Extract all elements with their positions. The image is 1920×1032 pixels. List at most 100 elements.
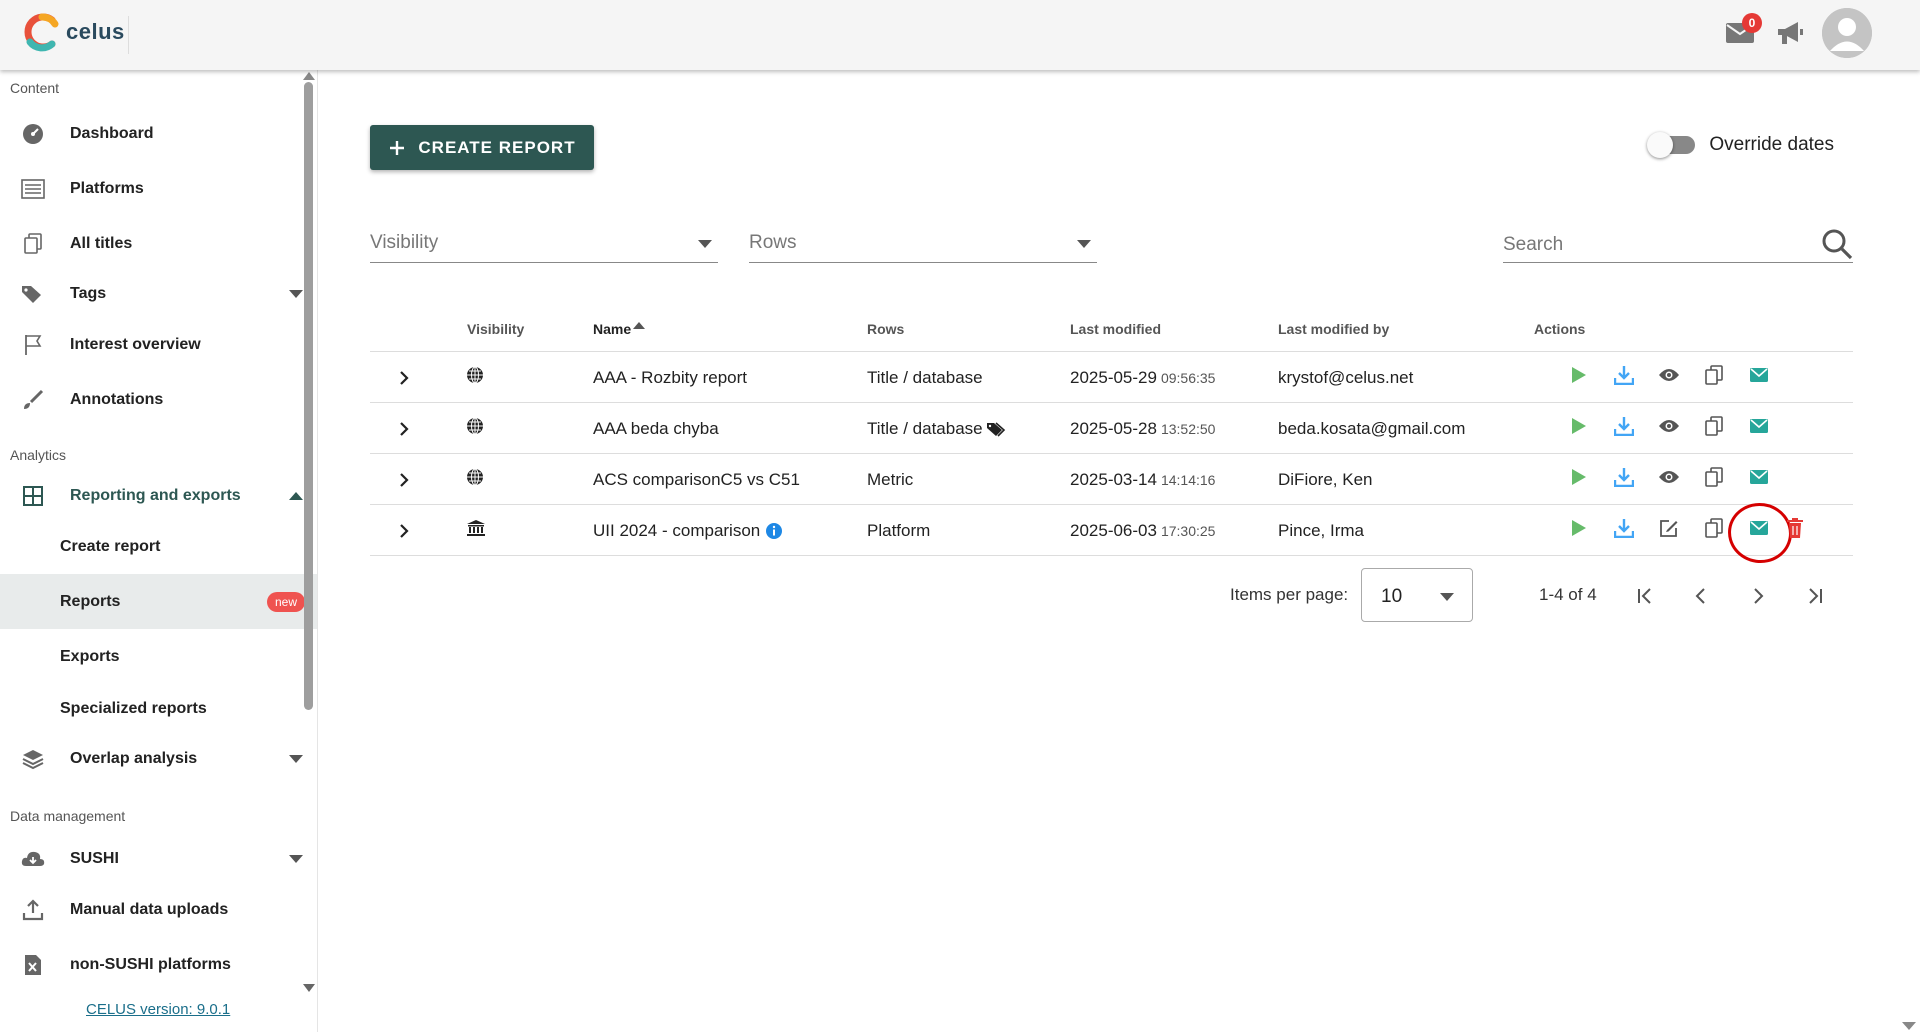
email-button[interactable] [1736, 358, 1781, 398]
version-link[interactable]: CELUS version: 9.0.1 [86, 1001, 230, 1018]
sidebar-item-manual-uploads[interactable]: Manual data uploads [0, 884, 317, 936]
rows-value: Metric [867, 469, 914, 489]
eye-icon [1658, 470, 1680, 489]
expand-row-button[interactable] [398, 505, 410, 556]
sidebar-item-non-sushi[interactable]: non-SUSHI platforms [0, 936, 317, 994]
table-row[interactable]: ACS comparisonC5 vs C51 Metric 2025-03-1… [370, 454, 1853, 505]
table-row[interactable]: AAA beda chyba Title / database 2025-05-… [370, 403, 1853, 454]
last-modified-by-cell: beda.kosata@gmail.com [1278, 403, 1465, 454]
download-button[interactable] [1601, 511, 1646, 551]
brush-icon [20, 387, 46, 413]
top-bar: celus 0 [0, 0, 1920, 70]
row-actions [1556, 352, 1781, 403]
download-button[interactable] [1601, 460, 1646, 500]
announcements-button[interactable] [1772, 15, 1808, 51]
previous-page-button[interactable] [1685, 580, 1717, 612]
page-scroll-down-icon[interactable] [1902, 1022, 1916, 1030]
run-report-button[interactable] [1556, 511, 1601, 551]
sidebar-item-overlap-analysis[interactable]: Overlap analysis [0, 734, 317, 784]
sidebar-item-platforms[interactable]: Platforms [0, 161, 317, 216]
header-name[interactable]: Name [593, 306, 646, 352]
sidebar-item-interest-overview[interactable]: Interest overview [0, 317, 317, 372]
sidebar-item-exports[interactable]: Exports [0, 629, 317, 684]
sidebar-item-tags[interactable]: Tags [0, 271, 317, 317]
run-report-button[interactable] [1556, 358, 1601, 398]
sidebar-item-specialized-reports[interactable]: Specialized reports [0, 684, 317, 734]
rows-cell: Title / database [867, 403, 1006, 454]
expand-row-button[interactable] [398, 352, 410, 403]
sidebar-item-label: non-SUSHI platforms [70, 956, 231, 973]
sidebar-scrollbar[interactable] [304, 82, 313, 710]
view-button[interactable] [1646, 409, 1691, 449]
email-button[interactable] [1736, 409, 1781, 449]
info-icon[interactable] [765, 522, 783, 540]
sidebar-item-reporting[interactable]: Reporting and exports [0, 473, 317, 519]
expand-row-button[interactable] [398, 403, 410, 454]
copy-button[interactable] [1691, 358, 1736, 398]
header-last-modified-by[interactable]: Last modified by [1278, 306, 1389, 352]
tags-icon [20, 281, 46, 307]
chevron-down-icon [1440, 593, 1454, 601]
copy-button[interactable] [1691, 460, 1736, 500]
play-icon [1571, 519, 1587, 542]
copy-icon [1704, 365, 1723, 390]
play-icon [1571, 366, 1587, 389]
visibility-cell [466, 352, 484, 403]
sidebar-item-label: Create report [60, 537, 161, 555]
search-icon[interactable] [1821, 228, 1853, 260]
email-button[interactable] [1736, 460, 1781, 500]
last-page-button[interactable] [1799, 580, 1831, 612]
sidebar-item-reports[interactable]: Reports new [0, 574, 317, 629]
modified-by: krystof@celus.net [1278, 367, 1414, 387]
delete-button[interactable] [1781, 511, 1809, 551]
play-icon [1571, 468, 1587, 491]
expand-row-button[interactable] [398, 454, 410, 505]
search-input[interactable] [1503, 234, 1803, 256]
edit-button[interactable] [1646, 511, 1691, 551]
logo-icon [24, 13, 59, 52]
download-button[interactable] [1601, 409, 1646, 449]
sidebar-item-dashboard[interactable]: Dashboard [0, 106, 317, 161]
header-rows[interactable]: Rows [867, 306, 904, 352]
last-modified-cell: 2025-03-14 14:14:16 [1070, 454, 1215, 505]
download-button[interactable] [1601, 358, 1646, 398]
sidebar-item-sushi[interactable]: SUSHI [0, 834, 317, 884]
header-visibility[interactable]: Visibility [467, 306, 524, 352]
sidebar-item-create-report[interactable]: Create report [0, 519, 317, 574]
next-page-button[interactable] [1742, 580, 1774, 612]
scroll-down-icon[interactable] [303, 984, 315, 992]
run-report-button[interactable] [1556, 409, 1601, 449]
items-per-page-label: Items per page: [1230, 585, 1349, 604]
table-row[interactable]: UII 2024 - comparison Platform 2025-06-0… [370, 498, 1853, 567]
rows-select[interactable]: Rows [749, 223, 1097, 263]
modified-by: DiFiore, Ken [1278, 469, 1373, 489]
create-report-button[interactable]: CREATE REPORT [370, 125, 594, 170]
sidebar-item-label: Platforms [70, 179, 144, 197]
reports-table: Visibility Name Rows Last modified Last … [370, 306, 1853, 567]
email-button[interactable] [1724, 498, 1796, 567]
avatar[interactable] [1822, 8, 1872, 58]
copy-button[interactable] [1691, 511, 1736, 551]
modified-date: 2025-05-28 [1070, 418, 1157, 438]
items-per-page-select[interactable]: 10 [1361, 568, 1473, 622]
sidebar-item-all-titles[interactable]: All titles [0, 216, 317, 271]
header-last-modified[interactable]: Last modified [1070, 306, 1161, 352]
override-dates-toggle[interactable] [1647, 132, 1696, 158]
table-row[interactable]: AAA - Rozbity report Title / database 20… [370, 352, 1853, 403]
last-modified-by-cell: Pince, Irma [1278, 505, 1364, 556]
notifications-button[interactable]: 0 [1722, 13, 1762, 51]
first-page-button[interactable] [1629, 580, 1661, 612]
sidebar-item-label: All titles [70, 234, 133, 252]
scroll-up-icon[interactable] [303, 72, 315, 80]
copy-button[interactable] [1691, 409, 1736, 449]
view-button[interactable] [1646, 460, 1691, 500]
sidebar-item-label: Dashboard [70, 124, 154, 142]
view-button[interactable] [1646, 358, 1691, 398]
visibility-select[interactable]: Visibility [370, 223, 718, 263]
celus-logo[interactable]: celus [22, 12, 125, 52]
run-report-button[interactable] [1556, 460, 1601, 500]
modified-time: 14:14:16 [1160, 471, 1216, 488]
sidebar-item-annotations[interactable]: Annotations [0, 372, 317, 427]
page-range: 1-4 of 4 [1539, 585, 1597, 604]
header-name-label: Name [593, 321, 632, 337]
